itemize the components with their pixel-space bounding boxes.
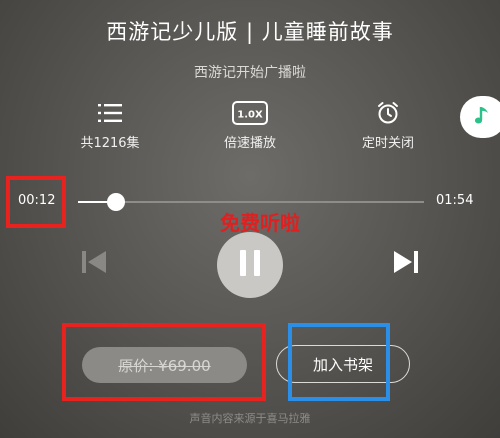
album-title: 西游记少儿版 | 儿童睡前故事 bbox=[106, 20, 394, 44]
progress-knob[interactable] bbox=[107, 193, 126, 211]
track-title: 西游记开始广播啦 bbox=[194, 65, 306, 81]
pause-icon bbox=[237, 248, 263, 282]
music-player-button[interactable] bbox=[460, 96, 500, 138]
episodes-button[interactable]: 共1216集 bbox=[65, 100, 155, 151]
next-button[interactable] bbox=[390, 248, 420, 280]
promo-free-text: 免费听啦 bbox=[220, 211, 300, 235]
previous-button[interactable] bbox=[80, 248, 110, 280]
content-source-note: 声音内容来源于喜马拉雅 bbox=[189, 412, 311, 425]
speed-label: 倍速播放 bbox=[223, 136, 276, 151]
annotation-box-time bbox=[6, 176, 66, 228]
list-icon bbox=[65, 100, 155, 126]
annotation-box-price bbox=[62, 323, 266, 401]
skip-next-icon bbox=[390, 251, 420, 280]
timer-label: 定时关闭 bbox=[361, 136, 414, 151]
play-pause-button[interactable] bbox=[217, 232, 283, 298]
speed-icon: 1.0X bbox=[205, 100, 295, 126]
annotation-box-shelf bbox=[288, 323, 390, 401]
speed-badge-text: 1.0X bbox=[237, 110, 263, 121]
music-note-icon bbox=[474, 104, 492, 130]
alarm-clock-icon bbox=[343, 100, 433, 126]
episodes-label: 共1216集 bbox=[80, 136, 140, 151]
timer-button[interactable]: 定时关闭 bbox=[343, 100, 433, 151]
skip-previous-icon bbox=[80, 251, 110, 280]
progress-track[interactable] bbox=[78, 193, 424, 211]
total-time: 01:54 bbox=[436, 193, 474, 208]
speed-button[interactable]: 1.0X 倍速播放 bbox=[205, 100, 295, 151]
